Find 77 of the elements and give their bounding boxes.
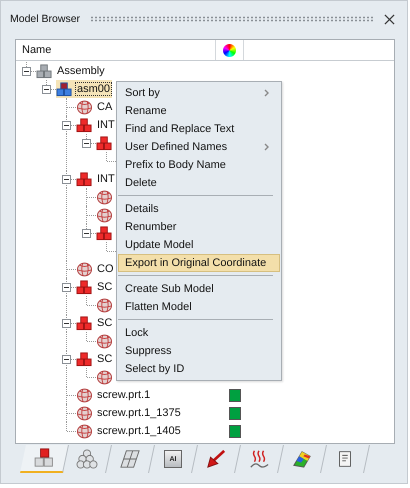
collapse-toggle[interactable]: [82, 138, 90, 148]
tree-item[interactable]: screw.prt.1: [76, 386, 152, 404]
menu-item[interactable]: Update Model: [118, 236, 280, 254]
panel-title: Model Browser: [10, 13, 80, 25]
tree-item[interactable]: SC: [76, 314, 114, 332]
column-header[interactable]: Name: [16, 40, 216, 60]
menu-item[interactable]: Sort by: [118, 84, 280, 102]
menu-item[interactable]: Suppress: [118, 342, 280, 360]
cubes-icon: [36, 64, 53, 78]
contour-icon: [291, 449, 313, 469]
close-icon[interactable]: [384, 14, 395, 24]
menu-item[interactable]: Rename: [118, 102, 280, 120]
collapse-toggle[interactable]: [62, 174, 70, 184]
cubes-icon: [76, 280, 93, 294]
collapse-toggle[interactable]: [22, 66, 30, 76]
arrow-icon: [205, 449, 227, 469]
cubes-icon: [33, 448, 56, 468]
menu-item[interactable]: Details: [118, 200, 280, 218]
collapse-toggle[interactable]: [62, 354, 70, 364]
browser-tab[interactable]: [20, 445, 69, 473]
part-icon: [96, 334, 113, 348]
tree-item[interactable]: Assembly: [36, 62, 107, 80]
part-icon: [96, 208, 113, 222]
tree-item[interactable]: screw.prt.1_1375: [76, 404, 183, 422]
cubes-icon: [56, 82, 73, 96]
tree-item[interactable]: INT: [76, 116, 117, 134]
tree-item[interactable]: [96, 368, 113, 386]
tree-item[interactable]: SC: [76, 350, 114, 368]
part-icon: [96, 370, 113, 384]
menu-item[interactable]: Find and Replace Text: [118, 120, 280, 138]
color-swatch[interactable]: [228, 388, 240, 402]
collapse-toggle[interactable]: [82, 228, 90, 238]
menu-item[interactable]: Renumber: [118, 218, 280, 236]
menu-item[interactable]: Select by ID: [118, 360, 280, 378]
part-icon: [76, 100, 93, 114]
menu-item[interactable]: Prefix to Body Name: [118, 156, 280, 174]
tree-item[interactable]: INT: [76, 170, 117, 188]
heat-icon: [248, 449, 270, 469]
cubes-icon: [76, 316, 93, 330]
part-icon: [76, 424, 93, 438]
tree-item[interactable]: asm00: [56, 80, 112, 98]
color-swatch[interactable]: [228, 424, 240, 438]
cubes-icon: [96, 136, 113, 150]
collapse-toggle[interactable]: [42, 84, 50, 94]
cubes-icon: [96, 226, 113, 240]
color-wheel-icon: [223, 44, 236, 56]
tree-item[interactable]: [96, 224, 113, 242]
cubes-icon: [76, 118, 93, 132]
tree-item[interactable]: [96, 206, 113, 224]
part-icon: [96, 298, 113, 312]
cubes-icon: [76, 172, 93, 186]
part-icon: [96, 190, 113, 204]
menu-item[interactable]: User Defined Names: [118, 138, 280, 156]
tree-item[interactable]: [96, 134, 113, 152]
menu-item[interactable]: Export in Original Coordinate: [118, 254, 280, 272]
tree-item[interactable]: [96, 296, 113, 314]
spheres-icon: [76, 449, 98, 469]
collapse-toggle[interactable]: [62, 318, 70, 328]
tree-item[interactable]: SC: [76, 278, 114, 296]
tree-item[interactable]: [96, 188, 113, 206]
collapse-toggle[interactable]: [62, 120, 70, 130]
drag-grip[interactable]: [90, 16, 374, 22]
tree-item[interactable]: screw.prt.1_1405: [76, 422, 183, 440]
menu-item[interactable]: Create Sub Model: [118, 280, 280, 298]
collapse-toggle[interactable]: [62, 282, 70, 292]
part-icon: [76, 388, 93, 402]
part-icon: [76, 262, 93, 276]
tree-item[interactable]: CO: [76, 260, 116, 278]
menu-item[interactable]: Lock: [118, 324, 280, 342]
color-swatch[interactable]: [228, 406, 240, 420]
menu-item[interactable]: Delete: [118, 174, 280, 192]
cubes-icon: [76, 352, 93, 366]
tree-item[interactable]: [96, 332, 113, 350]
tree-item[interactable]: CA: [76, 98, 114, 116]
plates-icon: [119, 449, 141, 469]
part-icon: [76, 406, 93, 420]
menu-item[interactable]: Flatten Model: [118, 298, 280, 316]
